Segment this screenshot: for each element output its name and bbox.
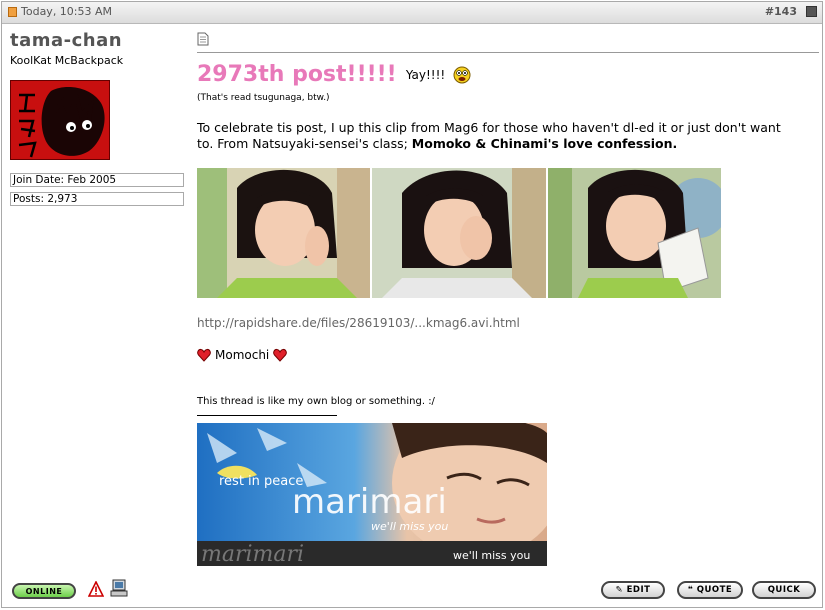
online-status-badge: ONLINE (12, 583, 76, 599)
post-title-divider (197, 52, 819, 53)
checkbox-icon[interactable] (806, 6, 817, 17)
edit-button-label: EDIT (626, 585, 651, 595)
post-icon (8, 7, 17, 17)
yay-text: Yay!!!! (405, 67, 446, 82)
user-title: KoolKat McBackpack (10, 54, 124, 67)
quote-icon: ❝ (687, 585, 697, 595)
signature-text: This thread is like my own blog or somet… (197, 396, 435, 407)
user-info-column: tama-chan KoolKat McBackpack Join Date: … (2, 24, 192, 569)
join-date: Join Date: Feb 2005 (10, 173, 184, 187)
post-container: Today, 10:53 AM #143 tama-chan KoolKat M… (1, 1, 823, 608)
quick-button-label: QUICK (767, 585, 801, 595)
signature-banner: rest in peace marimari we'll miss you ma… (197, 423, 547, 566)
post-footer: ONLINE ✎ EDIT ❝ QUOTE QUICK (2, 576, 822, 604)
clip-frame-2 (372, 168, 546, 298)
post-headline: 2973th post!!!!! (197, 62, 397, 87)
quick-reply-button[interactable]: QUICK (752, 581, 816, 599)
post-count: Posts: 2,973 (10, 192, 184, 206)
clip-frame-1 (197, 168, 371, 298)
quote-button[interactable]: ❝ QUOTE (677, 581, 743, 599)
heart-icon (273, 348, 288, 362)
banner-rest-text: rest in peace (219, 474, 303, 489)
post-headline-row: 2973th post!!!!! Yay!!!! (197, 62, 471, 87)
computer-icon[interactable] (110, 579, 128, 597)
signature-separator (197, 415, 337, 416)
banner-bottom-name: marimari (201, 542, 304, 566)
clip-screenshot-strip (197, 168, 721, 298)
edit-button[interactable]: ✎ EDIT (601, 581, 665, 599)
banner-miss-text: we'll miss you (371, 520, 448, 533)
edit-icon: ✎ (615, 585, 627, 595)
username-link[interactable]: tama-chan (10, 30, 122, 51)
post-date: Today, 10:53 AM (21, 5, 113, 18)
heart-icon (197, 348, 211, 362)
signoff-name: Momochi (215, 348, 270, 362)
quote-button-label: QUOTE (696, 585, 733, 595)
report-icon[interactable] (88, 581, 104, 597)
rapidshare-link[interactable]: http://rapidshare.de/files/28619103/...k… (197, 316, 520, 330)
avatar (10, 80, 110, 160)
post-paragraph-bold: Momoko & Chinami's love confession. (411, 136, 678, 151)
smiley-icon (453, 66, 471, 83)
post-note: (That's read tsugunaga, btw.) (197, 93, 330, 103)
post-header: Today, 10:53 AM #143 (2, 2, 822, 24)
post-paragraph: To celebrate tis post, I up this clip fr… (197, 120, 797, 152)
clip-frame-3 (547, 168, 721, 298)
banner-name-text: marimari (292, 482, 447, 522)
message-icon (197, 32, 209, 46)
banner-bottom-miss: we'll miss you (453, 549, 530, 562)
post-number-link[interactable]: #143 (765, 5, 797, 18)
post-signoff: Momochi (197, 348, 288, 362)
